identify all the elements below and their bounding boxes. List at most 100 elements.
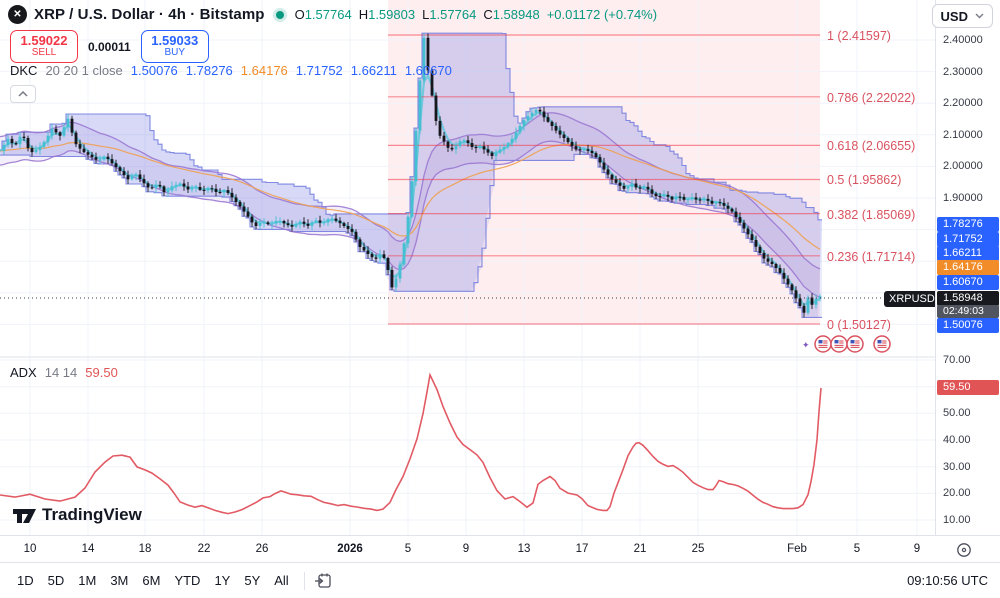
time-tick: 26 <box>240 543 284 555</box>
adx-value: 59.50 <box>85 365 118 380</box>
price-tick: 2.10000 <box>943 129 983 141</box>
ohlc-item: H1.59803 <box>359 7 415 22</box>
chart-canvas[interactable]: ✦ <box>0 0 935 535</box>
fib-level-label: 0.786 (2.22022) <box>827 91 915 105</box>
price-axis-badge: 1.50076 <box>937 318 999 333</box>
trade-panel: 1.59022 SELL 0.00011 1.59033 BUY <box>10 30 209 63</box>
currency-selector[interactable]: USD <box>932 4 993 28</box>
dkc-value: 1.60670 <box>405 63 452 78</box>
price-tick: 2.00000 <box>943 160 983 172</box>
bottom-toolbar: 1D5D1M3M6MYTD1Y5YAll 09:10:56 UTC <box>0 562 1000 598</box>
range-button-5d[interactable]: 5D <box>41 569 72 592</box>
time-tick: 9 <box>895 543 939 555</box>
price-axis-badge: 02:49:03 <box>937 305 999 318</box>
price-axis-badge: 1.66211 <box>937 246 999 261</box>
sell-button[interactable]: 1.59022 SELL <box>10 30 78 63</box>
tradingview-logo-icon <box>12 505 37 525</box>
range-buttons: 1D5D1M3M6MYTD1Y5YAll <box>10 569 296 592</box>
price-axis-badge: 1.58948 <box>937 291 999 306</box>
fib-level-label: 0 (1.50127) <box>827 318 891 332</box>
buy-label: BUY <box>164 48 185 59</box>
fib-level-label: 0.236 (1.71714) <box>827 250 915 264</box>
price-tick: 2.20000 <box>943 97 983 109</box>
time-tick: 5 <box>835 543 879 555</box>
price-axis-badge: 59.50 <box>937 380 999 395</box>
go-to-date-button[interactable] <box>313 570 335 592</box>
fib-level-label: 0.618 (2.06655) <box>827 139 915 153</box>
dkc-values: 1.50076 1.78276 1.64176 1.71752 1.66211 1.606… <box>131 63 452 78</box>
range-button-all[interactable]: All <box>267 569 295 592</box>
ohlc-values: O1.57764 H1.59803 L1.57764 C1.58948 <box>295 7 540 22</box>
time-tick: 10 <box>8 543 52 555</box>
time-tick: 18 <box>123 543 167 555</box>
range-button-6m[interactable]: 6M <box>135 569 167 592</box>
tradingview-watermark: TradingView <box>12 505 142 525</box>
time-tick: 9 <box>444 543 488 555</box>
range-button-1m[interactable]: 1M <box>71 569 103 592</box>
adx-name: ADX <box>10 365 37 380</box>
ohlc-item: O1.57764 <box>295 7 352 22</box>
dkc-value: 1.64176 <box>241 63 288 78</box>
legend-collapse-button[interactable] <box>10 85 36 103</box>
range-button-5y[interactable]: 5Y <box>237 569 267 592</box>
us-flag-event-icon <box>847 336 863 352</box>
price-axis-badge: 1.78276 <box>937 217 999 232</box>
price-axis-badge: 1.64176 <box>937 260 999 275</box>
dkc-value: 1.71752 <box>296 63 343 78</box>
chevron-up-icon <box>18 91 28 97</box>
time-tick: 25 <box>676 543 720 555</box>
ohlc-item: C1.58948 <box>483 7 539 22</box>
adx-params: 14 14 <box>45 365 78 380</box>
chevron-down-icon <box>975 13 984 19</box>
toolbar-divider <box>304 572 305 590</box>
buy-button[interactable]: 1.59033 BUY <box>141 30 209 63</box>
time-tick: 17 <box>560 543 604 555</box>
price-tick: 2.40000 <box>943 34 983 46</box>
time-tick: 21 <box>618 543 662 555</box>
range-button-3m[interactable]: 3M <box>103 569 135 592</box>
adx-indicator-legend[interactable]: ADX 14 14 59.50 <box>10 365 118 380</box>
fib-level-label: 0.5 (1.95862) <box>827 173 901 187</box>
time-tick: Feb <box>775 543 819 555</box>
range-button-ytd[interactable]: YTD <box>167 569 207 592</box>
watermark-text: TradingView <box>42 505 142 525</box>
adx-tick: 70.00 <box>943 354 971 366</box>
dkc-indicator-legend[interactable]: DKC 20 20 1 close 1.500761.782761.641761… <box>10 63 452 78</box>
economic-event-flags[interactable]: ✦ <box>802 336 890 352</box>
timezone-settings-icon[interactable] <box>955 541 973 559</box>
ohlc-item: L1.57764 <box>422 7 476 22</box>
price-axis-badge: 1.60670 <box>937 275 999 290</box>
us-flag-event-icon <box>815 336 831 352</box>
right-axis[interactable]: 2.400002.300002.200002.100002.000001.900… <box>935 0 1000 535</box>
dkc-value: 1.78276 <box>186 63 233 78</box>
fib-level-label: 0.382 (1.85069) <box>827 208 915 222</box>
adx-tick: 40.00 <box>943 434 971 446</box>
buy-price: 1.59033 <box>151 34 198 48</box>
spread-value: 0.00011 <box>88 40 131 54</box>
currency-label: USD <box>941 9 968 24</box>
time-axis[interactable]: 101418222620265913172125Feb59 <box>0 535 1000 563</box>
time-tick: 2026 <box>328 543 372 555</box>
market-open-dot-icon <box>276 11 284 19</box>
us-flag-event-icon <box>831 336 847 352</box>
dkc-value: 1.66211 <box>351 63 397 78</box>
price-tick: 1.90000 <box>943 192 983 204</box>
range-button-1y[interactable]: 1Y <box>207 569 237 592</box>
tradingview-chart-window: ✦ ✕ XRP / U.S. Dollar · 4h · Bitstamp O1… <box>0 0 1000 598</box>
sell-price: 1.59022 <box>21 34 68 48</box>
dkc-value: 1.50076 <box>131 63 178 78</box>
symbol-legend[interactable]: ✕ XRP / U.S. Dollar · 4h · Bitstamp O1.5… <box>8 5 657 24</box>
time-tick: 14 <box>66 543 110 555</box>
dkc-params: 20 20 1 close <box>45 63 122 78</box>
clock-utc[interactable]: 09:10:56 UTC <box>907 573 990 588</box>
symbol-title[interactable]: XRP / U.S. Dollar · 4h · Bitstamp <box>34 6 265 23</box>
range-button-1d[interactable]: 1D <box>10 569 41 592</box>
adx-tick: 10.00 <box>943 514 971 526</box>
time-tick: 5 <box>386 543 430 555</box>
adx-tick: 20.00 <box>943 487 971 499</box>
last-price-symbol-tag: XRPUSD <box>884 291 940 307</box>
sell-label: SELL <box>32 48 56 59</box>
price-axis-badge: 1.71752 <box>937 232 999 247</box>
change-value: +0.01172 (+0.74%) <box>547 7 657 22</box>
adx-tick: 50.00 <box>943 407 971 419</box>
